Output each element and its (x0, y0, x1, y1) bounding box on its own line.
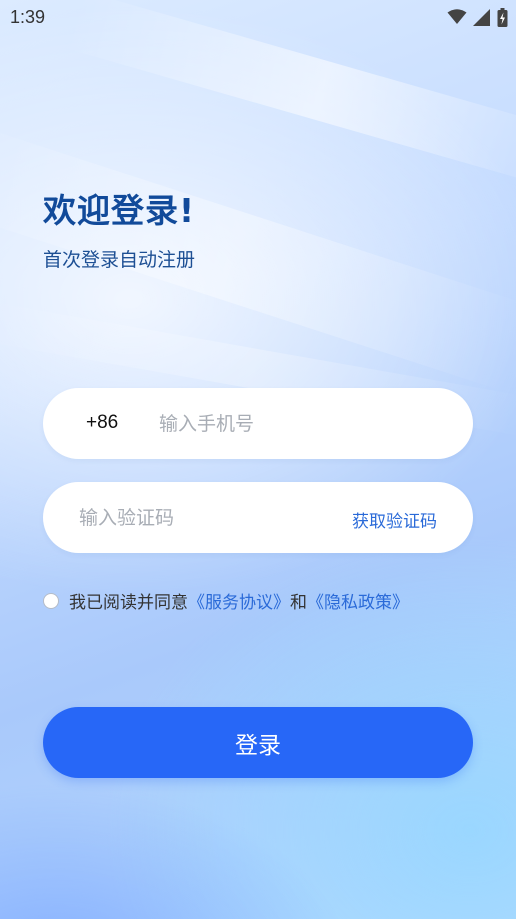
login-button[interactable]: 登录 (43, 707, 473, 778)
agreement-text: 我已阅读并同意 (69, 593, 188, 613)
welcome-subtitle: 首次登录自动注册 (43, 249, 196, 271)
verification-code-field[interactable]: 获取验证码 (43, 482, 473, 553)
phone-input[interactable] (159, 409, 439, 439)
wifi-icon (447, 9, 467, 24)
status-icons (447, 7, 508, 27)
agreement-row: 我已阅读并同意 《服务协议》 和 《隐私政策》 (43, 588, 409, 613)
service-agreement-link[interactable]: 《服务协议》 (188, 588, 290, 613)
battery-charging-icon (497, 7, 508, 27)
phone-field[interactable]: +86 (43, 388, 473, 459)
status-time: 1:39 (10, 7, 46, 27)
agreement-conjunction: 和 (290, 593, 307, 613)
welcome-title: 欢迎登录! (43, 191, 196, 230)
country-code[interactable]: +86 (86, 412, 118, 434)
status-bar: 1:39 (0, 0, 516, 34)
privacy-policy-link[interactable]: 《隐私政策》 (307, 588, 409, 613)
get-code-button[interactable]: 获取验证码 (352, 507, 437, 532)
verification-code-input[interactable] (79, 503, 309, 533)
cellular-signal-icon (473, 8, 490, 26)
agreement-checkbox[interactable] (43, 592, 59, 609)
